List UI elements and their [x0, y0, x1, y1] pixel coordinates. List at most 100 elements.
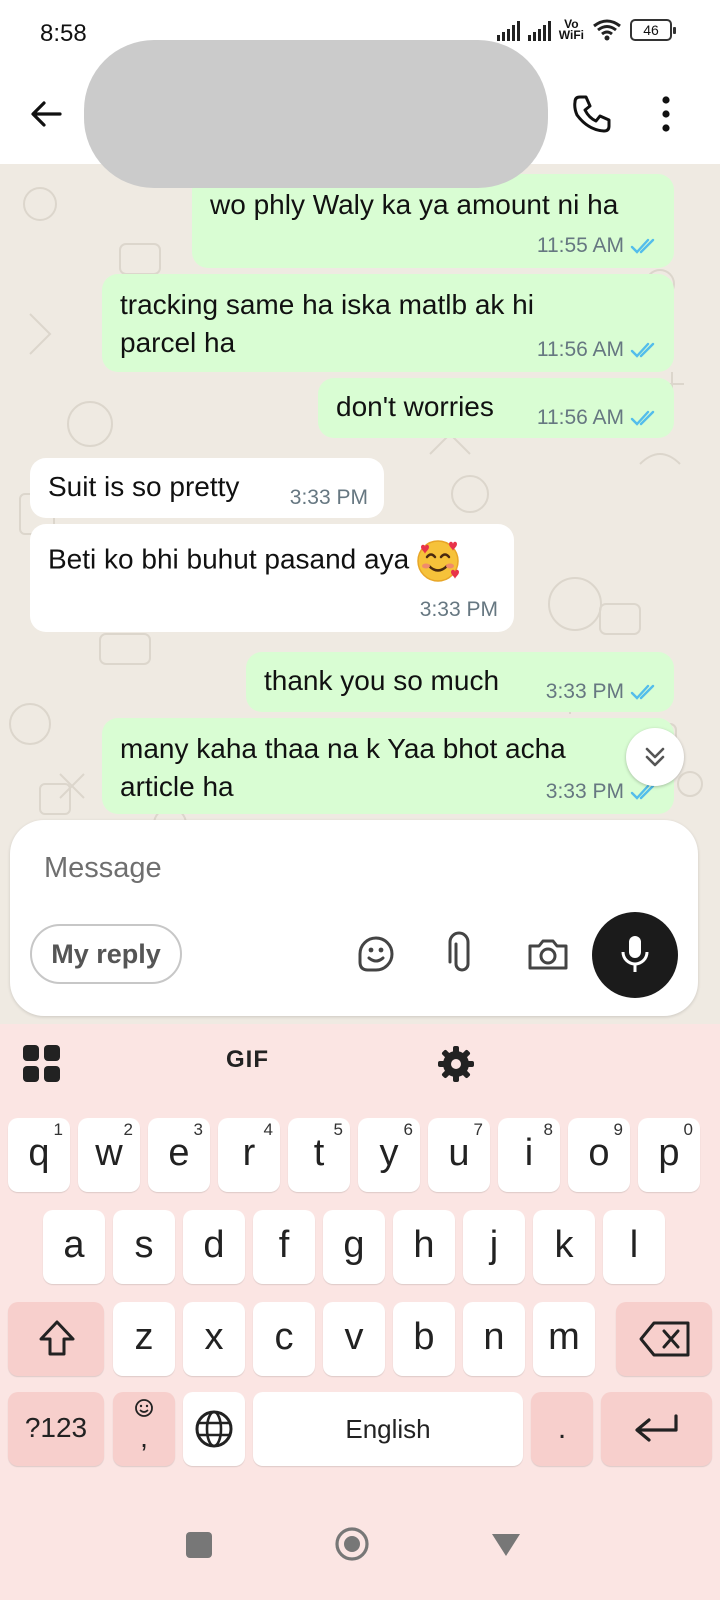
key-hint: 3 — [193, 1120, 203, 1139]
key-hint: 6 — [403, 1120, 413, 1139]
key-label: English — [345, 1414, 431, 1444]
double-check-read-icon — [630, 410, 655, 426]
message-text: Suit is so pretty — [48, 471, 240, 502]
double-check-read-icon — [630, 684, 655, 700]
key-q[interactable]: q1 — [8, 1118, 70, 1192]
key-label: h — [413, 1224, 435, 1266]
language-key[interactable] — [183, 1392, 245, 1466]
shift-key[interactable] — [8, 1302, 104, 1376]
status-icons: Vo WiFi 46 — [496, 18, 676, 42]
message-bubble-outgoing[interactable]: many kaha thaa na k Yaa bhot acha articl… — [102, 718, 674, 814]
period-key[interactable]: . — [531, 1392, 593, 1466]
message-text: Beti ko bhi buhut pasand aya — [48, 538, 461, 584]
key-hint: 4 — [263, 1120, 273, 1139]
message-bubble-incoming[interactable]: Beti ko bhi buhut pasand aya 3:33 PM — [30, 524, 514, 632]
key-label: f — [278, 1224, 290, 1266]
key-e[interactable]: e3 — [148, 1118, 210, 1192]
message-meta: 11:56 AM — [537, 406, 658, 430]
space-key[interactable]: English — [253, 1392, 523, 1466]
message-time: 11:55 AM — [536, 234, 624, 257]
message-input[interactable] — [44, 844, 604, 892]
key-label: d — [203, 1224, 225, 1266]
key-i[interactable]: i8 — [498, 1118, 560, 1192]
key-hint: 7 — [473, 1120, 483, 1139]
key-d[interactable]: d — [183, 1210, 245, 1284]
enter-key[interactable] — [601, 1392, 712, 1466]
key-l[interactable]: l — [603, 1210, 665, 1284]
key-k[interactable]: k — [533, 1210, 595, 1284]
microphone-icon — [621, 936, 649, 972]
message-text-content: Beti ko bhi buhut pasand aya — [48, 543, 410, 575]
double-check-read-icon — [630, 342, 655, 358]
message-text: don't worries — [336, 391, 494, 422]
key-j[interactable]: j — [463, 1210, 525, 1284]
key-label: x — [204, 1316, 224, 1358]
key-z[interactable]: z — [113, 1302, 175, 1376]
message-meta: 3:33 PM — [290, 486, 368, 510]
key-label: n — [483, 1316, 505, 1358]
message-meta: 11:56 AM — [537, 338, 658, 362]
gif-button[interactable]: GIF — [226, 1046, 269, 1074]
home-button[interactable] — [334, 1526, 370, 1562]
message-bubble-incoming[interactable]: Suit is so pretty 3:33 PM — [30, 458, 384, 518]
key-label: c — [274, 1316, 294, 1358]
key-label: j — [489, 1224, 499, 1266]
my-reply-chip[interactable]: My reply — [30, 924, 182, 984]
scroll-to-bottom-button[interactable] — [626, 728, 684, 786]
message-text: thank you so much — [264, 665, 500, 696]
message-bubble-outgoing[interactable]: tracking same ha iska matlb ak hi parcel… — [102, 274, 674, 372]
shift-icon — [39, 1320, 75, 1356]
emoji-comma-key[interactable]: , — [113, 1392, 175, 1466]
key-x[interactable]: x — [183, 1302, 245, 1376]
key-v[interactable]: v — [323, 1302, 385, 1376]
recents-button[interactable] — [186, 1532, 212, 1558]
message-composer: My reply — [10, 820, 698, 1016]
enter-icon — [635, 1414, 678, 1442]
back-triangle-button[interactable] — [490, 1532, 522, 1558]
message-bubble-outgoing[interactable]: don't worries 11:56 AM — [318, 378, 674, 438]
key-s[interactable]: s — [113, 1210, 175, 1284]
camera-icon[interactable] — [524, 930, 572, 978]
backspace-icon — [639, 1321, 690, 1357]
phone-icon[interactable] — [568, 90, 616, 138]
key-label: b — [413, 1316, 435, 1358]
key-u[interactable]: u7 — [428, 1118, 490, 1192]
message-bubble-outgoing[interactable]: thank you so much 3:33 PM — [246, 652, 674, 712]
message-text: wo phly Waly ka ya amount ni ha — [210, 189, 619, 220]
apps-grid-icon[interactable] — [22, 1044, 62, 1084]
voice-record-button[interactable] — [592, 912, 678, 998]
key-t[interactable]: t5 — [288, 1118, 350, 1192]
key-n[interactable]: n — [463, 1302, 525, 1376]
attachment-icon[interactable] — [438, 930, 486, 978]
message-time: 11:56 AM — [536, 338, 624, 361]
key-m[interactable]: m — [533, 1302, 595, 1376]
key-y[interactable]: y6 — [358, 1118, 420, 1192]
message-meta: 11:55 AM — [537, 234, 658, 258]
key-c[interactable]: c — [253, 1302, 315, 1376]
key-w[interactable]: w2 — [78, 1118, 140, 1192]
key-label: , — [140, 1422, 148, 1453]
navigation-bar — [0, 1494, 720, 1600]
sticker-icon[interactable] — [352, 930, 400, 978]
backspace-key[interactable] — [616, 1302, 712, 1376]
message-time: 3:33 PM — [545, 780, 624, 803]
battery-indicator: 46 — [630, 19, 676, 41]
double-chevron-down-icon — [645, 747, 665, 767]
key-p[interactable]: p0 — [638, 1118, 700, 1192]
key-h[interactable]: h — [393, 1210, 455, 1284]
key-g[interactable]: g — [323, 1210, 385, 1284]
message-bubble-outgoing[interactable]: wo phly Waly ka ya amount ni ha 11:55 AM — [192, 174, 674, 268]
key-f[interactable]: f — [253, 1210, 315, 1284]
redacted-contact-name — [84, 40, 548, 188]
key-hint: 1 — [53, 1120, 63, 1139]
globe-icon — [195, 1410, 233, 1448]
arrow-left-icon[interactable] — [24, 92, 68, 136]
key-b[interactable]: b — [393, 1302, 455, 1376]
keyboard-toolbar: GIF — [0, 1024, 720, 1108]
settings-gear-icon[interactable] — [436, 1044, 476, 1084]
key-r[interactable]: r4 — [218, 1118, 280, 1192]
symbols-key[interactable]: ?123 — [8, 1392, 104, 1466]
more-vertical-icon[interactable] — [650, 90, 682, 138]
key-o[interactable]: o9 — [568, 1118, 630, 1192]
key-a[interactable]: a — [43, 1210, 105, 1284]
